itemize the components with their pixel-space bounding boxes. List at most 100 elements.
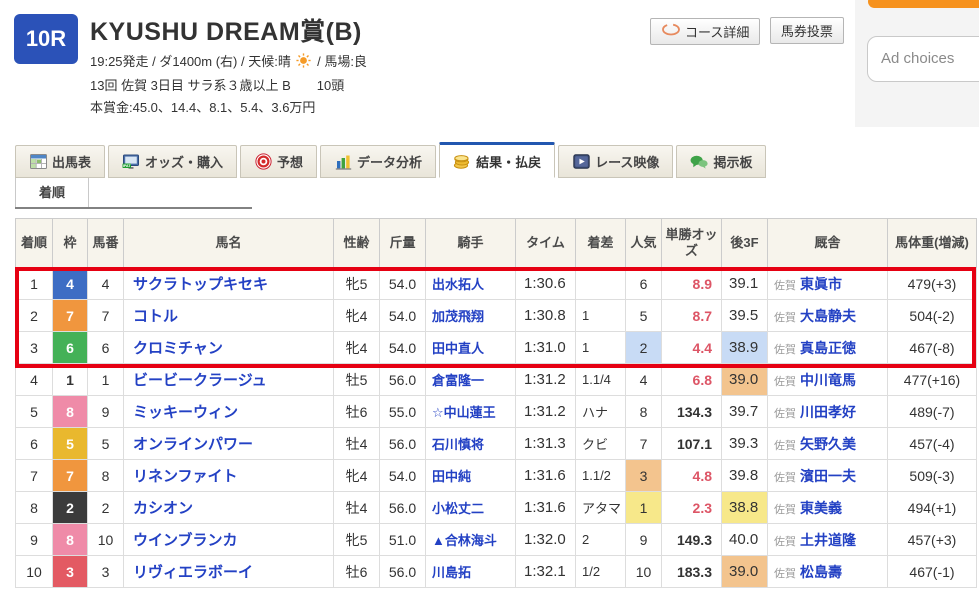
- tab-label: 予想: [277, 152, 303, 171]
- rank-cell: 3: [16, 332, 53, 364]
- carried-weight-cell: 54.0: [380, 332, 426, 364]
- horse-weight-cell: 509(-3): [888, 460, 977, 492]
- horse-name-cell: リネンファイト: [124, 460, 334, 492]
- trainer-link[interactable]: 松島壽: [800, 564, 842, 580]
- trainer-link[interactable]: 東眞市: [800, 276, 842, 292]
- trainer-link[interactable]: 中川竜馬: [800, 372, 856, 388]
- popularity-cell: 4: [626, 364, 662, 396]
- time-cell: 1:31.6: [516, 492, 576, 524]
- jockey-link[interactable]: ▲合林海斗: [432, 533, 497, 548]
- tab-odds-purchase[interactable]: IPATオッズ・購入: [108, 145, 237, 178]
- odds-monitor-icon: IPAT: [122, 154, 140, 170]
- horse-weight-cell: 494(+1): [888, 492, 977, 524]
- tab-label: 結果・払戻: [476, 152, 541, 171]
- horse-number-cell: 7: [88, 300, 124, 332]
- horse-name-link[interactable]: クロミチャン: [133, 340, 223, 357]
- trainer-link[interactable]: 川田孝好: [800, 404, 856, 420]
- tab-data-analysis[interactable]: データ分析: [320, 145, 436, 178]
- horse-number-cell: 5: [88, 428, 124, 460]
- horse-number-cell: 6: [88, 332, 124, 364]
- frame-number-cell: 3: [53, 556, 88, 588]
- subtab-finish-order[interactable]: 着順: [15, 178, 89, 207]
- stable-cell: 佐賀東眞市: [768, 268, 888, 300]
- jockey-cell: 石川慎将: [426, 428, 516, 460]
- column-header: 人気: [626, 219, 662, 268]
- stable-cell: 佐賀中川竜馬: [768, 364, 888, 396]
- target-icon: [254, 154, 272, 170]
- rank-cell: 4: [16, 364, 53, 396]
- time-cell: 1:32.1: [516, 556, 576, 588]
- time-cell: 1:31.0: [516, 332, 576, 364]
- tab-entries[interactable]: 出馬表: [15, 145, 105, 178]
- tab-results-payout[interactable]: 結果・払戻: [439, 142, 555, 178]
- jockey-link[interactable]: 石川慎将: [432, 437, 484, 452]
- rank-cell: 8: [16, 492, 53, 524]
- jockey-link[interactable]: 出水拓人: [432, 277, 484, 292]
- horse-name-link[interactable]: ミッキーウィン: [133, 404, 238, 421]
- horse-name-cell: オンラインパワー: [124, 428, 334, 460]
- jockey-link[interactable]: 加茂飛翔: [432, 309, 484, 324]
- horse-name-link[interactable]: ウインブランカ: [133, 532, 238, 549]
- tab-board[interactable]: 掲示板: [676, 145, 766, 178]
- last-3f-cell: 38.9: [722, 332, 768, 364]
- last-3f-cell: 39.5: [722, 300, 768, 332]
- tab-race-video[interactable]: レース映像: [558, 145, 673, 178]
- popularity-cell: 7: [626, 428, 662, 460]
- column-header: 馬名: [124, 219, 334, 268]
- horse-name-link[interactable]: コトル: [133, 308, 178, 325]
- horse-name-link[interactable]: カシオン: [133, 500, 193, 517]
- frame-number-cell: 8: [53, 524, 88, 556]
- win-odds-cell: 134.3: [662, 396, 722, 428]
- horse-name-link[interactable]: リヴィエラボーイ: [133, 564, 253, 581]
- result-row: 778リネンファイト牝454.0田中純1:31.61.1/234.839.8佐賀…: [16, 460, 977, 492]
- frame-number-cell: 2: [53, 492, 88, 524]
- sex-age-cell: 牝5: [334, 268, 380, 300]
- horse-name-link[interactable]: ビービークラージュ: [133, 372, 267, 389]
- stable-cell: 佐賀矢野久美: [768, 428, 888, 460]
- popularity-cell: 9: [626, 524, 662, 556]
- betting-button[interactable]: 馬券投票: [770, 17, 844, 44]
- horse-name-link[interactable]: リネンファイト: [133, 468, 238, 485]
- tab-forecast[interactable]: 予想: [240, 145, 317, 178]
- jockey-link[interactable]: 田中純: [432, 469, 471, 484]
- result-row: 144サクラトップキセキ牝554.0出水拓人1:30.668.939.1佐賀東眞…: [16, 268, 977, 300]
- stable-location: 佐賀: [774, 344, 796, 356]
- margin-cell: 1: [576, 300, 626, 332]
- trainer-link[interactable]: 真島正徳: [800, 340, 856, 356]
- jockey-link[interactable]: 倉富隆一: [432, 373, 484, 388]
- column-header: 枠: [53, 219, 88, 268]
- sun-icon: [296, 53, 311, 72]
- speech-bubbles-icon: [690, 154, 708, 170]
- race-header: 10R KYUSHU DREAM賞(B) 19:25発走 / ダ1400m (右…: [0, 0, 979, 140]
- last-3f-cell: 38.8: [722, 492, 768, 524]
- jockey-link[interactable]: ☆中山蓮王: [432, 405, 496, 420]
- column-header: 単勝オッズ: [662, 219, 722, 268]
- subtab-row: 着順: [15, 178, 252, 209]
- jockey-cell: 川島拓: [426, 556, 516, 588]
- trainer-link[interactable]: 矢野久美: [800, 436, 856, 452]
- horse-name-link[interactable]: オンラインパワー: [133, 436, 253, 453]
- stable-location: 佐賀: [774, 440, 796, 452]
- jockey-link[interactable]: 川島拓: [432, 565, 471, 580]
- jockey-link[interactable]: 小松丈二: [432, 501, 484, 516]
- last-3f-cell: 39.0: [722, 556, 768, 588]
- race-prize: 本賞金:45.0、14.4、8.1、5.4、3.6万円: [90, 99, 650, 116]
- jockey-link[interactable]: 田中直人: [432, 341, 484, 356]
- stable-location: 佐賀: [774, 312, 796, 324]
- horse-weight-cell: 479(+3): [888, 268, 977, 300]
- horse-name-link[interactable]: サクラトップキセキ: [133, 276, 268, 293]
- margin-cell: 1.1/2: [576, 460, 626, 492]
- trainer-link[interactable]: 大島静夫: [800, 308, 856, 324]
- horse-weight-cell: 467(-1): [888, 556, 977, 588]
- time-cell: 1:32.0: [516, 524, 576, 556]
- tab-label: レース映像: [595, 152, 659, 171]
- trainer-link[interactable]: 土井道隆: [800, 532, 856, 548]
- rank-cell: 10: [16, 556, 53, 588]
- result-row: 822カシオン牡456.0小松丈二1:31.6アタマ12.338.8佐賀東美義4…: [16, 492, 977, 524]
- course-detail-button[interactable]: コース詳細: [650, 18, 760, 45]
- margin-cell: 1/2: [576, 556, 626, 588]
- frame-number-cell: 5: [53, 428, 88, 460]
- trainer-link[interactable]: 濱田一夫: [800, 468, 856, 484]
- jockey-cell: 田中直人: [426, 332, 516, 364]
- trainer-link[interactable]: 東美義: [800, 500, 842, 516]
